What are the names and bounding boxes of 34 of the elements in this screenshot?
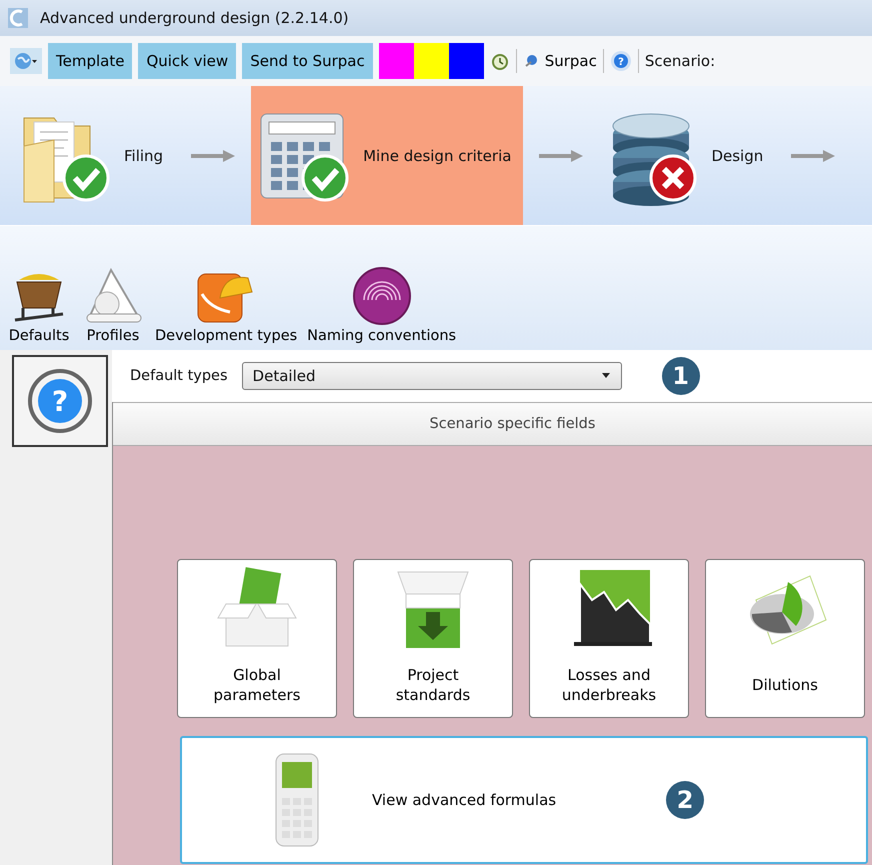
toolbar-button[interactable]: Send to Surpac xyxy=(242,43,373,79)
color-swatch[interactable] xyxy=(378,43,414,79)
scenario-label: Scenario: xyxy=(644,52,716,70)
globe-dropdown[interactable] xyxy=(10,48,42,74)
workflow-step[interactable]: Design xyxy=(599,86,776,225)
surpac-button[interactable]: Surpac xyxy=(522,52,597,70)
step-marker: 2 xyxy=(666,781,704,819)
panel-header: Scenario specific fields xyxy=(113,402,872,446)
ribbon-button[interactable]: Development types xyxy=(152,264,300,344)
ribbon-button[interactable]: Profiles xyxy=(78,264,148,344)
help-icon[interactable]: ? xyxy=(610,50,632,72)
step-marker: 1 xyxy=(662,357,700,395)
tile-button[interactable]: Dilutions xyxy=(705,559,865,718)
app-logo-icon xyxy=(8,8,28,28)
tile-button[interactable]: Project standards xyxy=(353,559,513,718)
workflow-step[interactable]: Mine design criteria xyxy=(251,86,524,225)
arrow-icon xyxy=(189,148,238,162)
ribbon-button[interactable]: Naming conventions xyxy=(304,264,460,344)
arrow-icon xyxy=(537,148,586,162)
tile-button[interactable]: Global parameters xyxy=(177,559,337,718)
workflow-step[interactable]: Filing xyxy=(12,86,176,225)
toolbar-button[interactable]: Template xyxy=(48,43,132,79)
field-label: Default types xyxy=(130,368,228,384)
toolbar-button[interactable]: Quick view xyxy=(138,43,236,79)
tile-button[interactable]: Losses and underbreaks xyxy=(529,559,689,718)
alarm-clock-icon[interactable] xyxy=(490,51,510,71)
ribbon-button[interactable]: Defaults xyxy=(4,264,74,344)
arrow-icon xyxy=(789,148,838,162)
view-advanced-formulas-button[interactable]: View advanced formulas 2 xyxy=(180,736,868,864)
caret-icon xyxy=(600,373,611,379)
window-title: Advanced underground design (2.2.14.0) xyxy=(40,9,349,27)
color-swatch[interactable] xyxy=(448,43,484,79)
default-types-dropdown[interactable]: Detailed xyxy=(242,362,622,390)
color-swatch[interactable] xyxy=(414,43,449,79)
